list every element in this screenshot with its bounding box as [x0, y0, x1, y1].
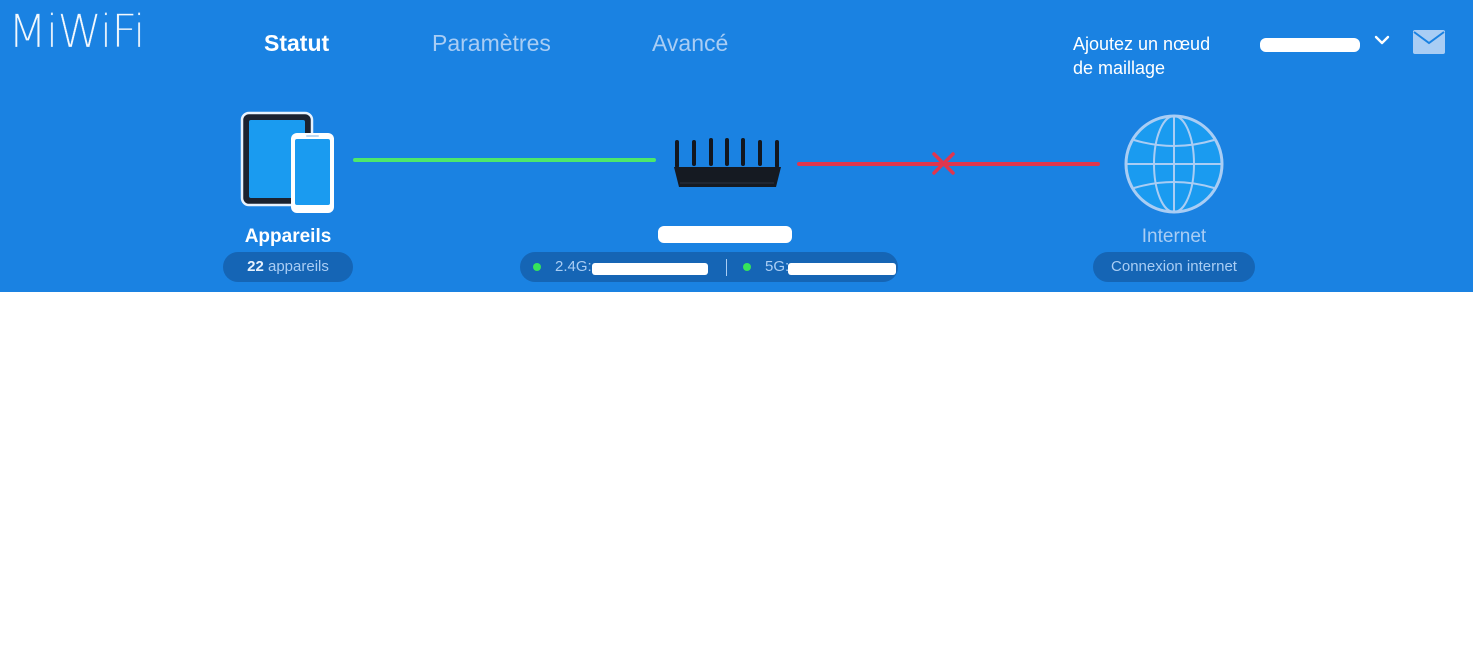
- tab-statut[interactable]: Statut: [264, 29, 329, 57]
- chevron-down-icon[interactable]: [1374, 34, 1390, 48]
- globe-icon[interactable]: [1122, 112, 1226, 216]
- link-router-internet: [797, 152, 1100, 175]
- tab-avance[interactable]: Avancé: [652, 29, 728, 57]
- redacted-router-name: [658, 226, 792, 243]
- band-separator: [726, 259, 727, 276]
- user-account-menu[interactable]: [1258, 32, 1393, 58]
- devices-count: 22: [247, 258, 264, 275]
- band-24-label: 2.4G:: [555, 258, 592, 275]
- add-mesh-node-label-line1: Ajoutez un nœud: [1073, 34, 1211, 54]
- miwifi-logo[interactable]: MiWiFi: [8, 4, 146, 60]
- redacted-ssid-5: [788, 263, 896, 275]
- content-area: [0, 292, 1473, 648]
- redacted-username: [1260, 38, 1360, 52]
- devices-icon[interactable]: [240, 111, 336, 215]
- internet-label: Internet: [1141, 226, 1207, 247]
- add-mesh-node-label-line2: de maillage: [1073, 58, 1166, 78]
- tab-parametres[interactable]: Paramètres: [432, 29, 551, 57]
- redacted-ssid-24: [592, 263, 708, 275]
- mail-icon[interactable]: [1413, 30, 1445, 54]
- internet-connection-pill[interactable]: Connexion internet: [1093, 252, 1255, 282]
- band-5-status-dot: [743, 263, 751, 271]
- devices-count-suffix: appareils: [267, 258, 329, 275]
- wifi-bands-pill[interactable]: 2.4G: 5G:: [520, 252, 898, 282]
- band-24-status-dot: [533, 263, 541, 271]
- devices-count-pill[interactable]: 22 appareils: [223, 252, 353, 282]
- band-5-label: 5G:: [765, 258, 790, 275]
- devices-label: Appareils: [244, 226, 332, 247]
- link-devices-router: [353, 158, 656, 162]
- router-icon[interactable]: [670, 134, 785, 190]
- add-mesh-node-link[interactable]: Ajoutez un nœud de maillage: [1073, 32, 1243, 80]
- status-header: MiWiFi Statut Paramètres Avancé Ajoutez …: [0, 0, 1473, 292]
